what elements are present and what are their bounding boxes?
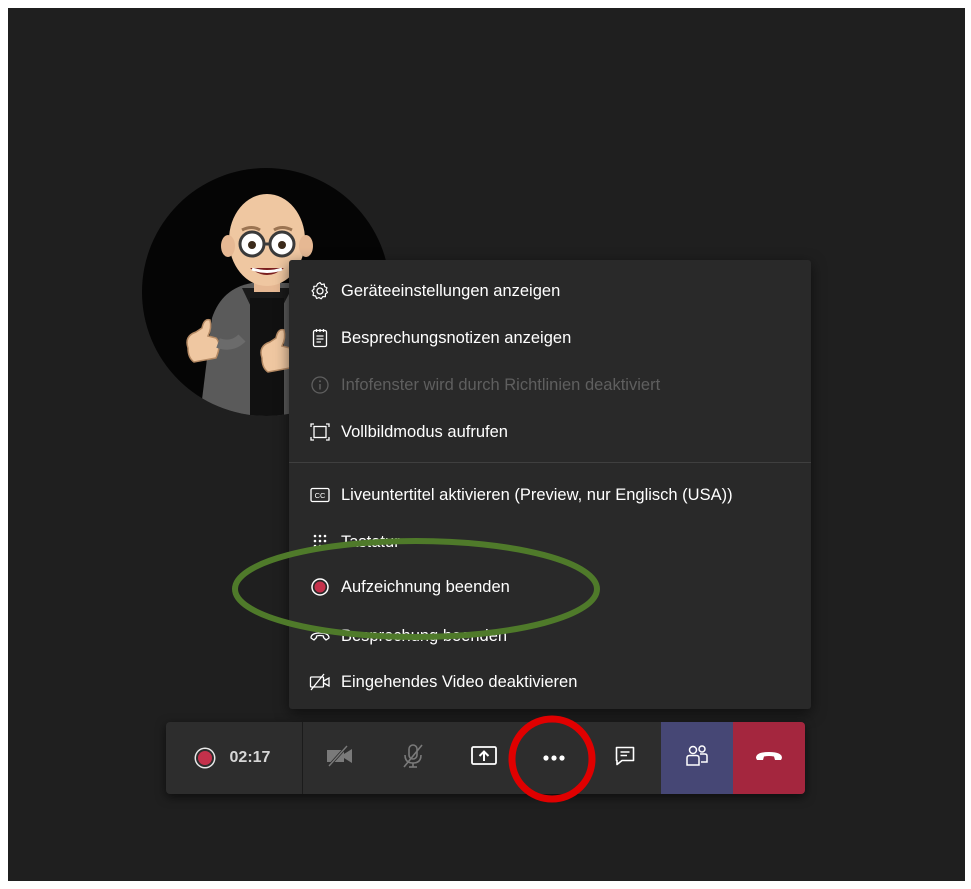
record-stop-icon — [309, 576, 331, 598]
menu-item-label: Besprechung beenden — [341, 626, 508, 645]
fullscreen-icon — [309, 421, 331, 443]
menu-item-live-captions[interactable]: CC Liveuntertitel aktivieren (Preview, n… — [289, 473, 811, 517]
meeting-stage: Geräteeinstellungen anzeigen Besprechung… — [8, 8, 965, 881]
menu-item-meeting-notes[interactable]: Besprechungsnotizen anzeigen — [289, 316, 811, 360]
camera-toggle-button[interactable] — [302, 722, 377, 794]
menu-item-label: Aufzeichnung beenden — [341, 577, 510, 596]
menu-item-label: Eingehendes Video deaktivieren — [341, 672, 578, 691]
share-screen-icon — [470, 744, 498, 773]
hang-up-button[interactable] — [733, 722, 805, 794]
menu-item-label: Liveuntertitel aktivieren (Preview, nur … — [341, 485, 733, 504]
end-meeting-icon — [309, 625, 331, 647]
info-icon — [309, 374, 331, 396]
notes-icon — [309, 327, 331, 349]
camera-off-icon — [325, 744, 355, 773]
mic-toggle-button[interactable] — [377, 722, 449, 794]
mic-off-icon — [401, 743, 425, 774]
menu-item-label: Tastatur — [341, 532, 400, 551]
participants-icon — [684, 744, 710, 773]
more-options-icon — [542, 749, 566, 767]
recording-timer: 02:17 — [166, 722, 303, 794]
hang-up-icon — [754, 749, 784, 768]
menu-item-device-settings[interactable]: Geräteeinstellungen anzeigen — [289, 269, 811, 313]
share-screen-button[interactable] — [449, 722, 519, 794]
menu-divider — [289, 462, 811, 463]
recording-indicator-icon — [197, 751, 212, 765]
more-options-menu: Geräteeinstellungen anzeigen Besprechung… — [289, 260, 811, 709]
chat-icon — [614, 745, 636, 772]
video-off-icon — [309, 671, 331, 693]
chat-button[interactable] — [589, 722, 661, 794]
menu-item-label: Vollbildmodus aufrufen — [341, 422, 508, 441]
menu-item-disable-incoming-video[interactable]: Eingehendes Video deaktivieren — [289, 660, 811, 704]
call-duration: 02:17 — [229, 749, 271, 766]
menu-item-stop-recording[interactable]: Aufzeichnung beenden — [289, 565, 811, 609]
menu-item-end-meeting[interactable]: Besprechung beenden — [289, 614, 811, 658]
menu-item-label: Besprechungsnotizen anzeigen — [341, 328, 572, 347]
participants-button[interactable] — [661, 722, 733, 794]
menu-item-label: Geräteeinstellungen anzeigen — [341, 281, 561, 300]
more-options-button[interactable] — [519, 722, 589, 794]
call-toolbar: 02:17 — [166, 722, 805, 794]
gear-icon — [309, 280, 331, 302]
menu-item-fullscreen[interactable]: Vollbildmodus aufrufen — [289, 410, 811, 454]
menu-item-info-pane-disabled: Infofenster wird durch Richtlinien deakt… — [289, 363, 811, 407]
menu-item-label: Infofenster wird durch Richtlinien deakt… — [341, 375, 661, 394]
svg-text:CC: CC — [315, 491, 326, 500]
closed-captions-icon: CC — [309, 484, 331, 506]
menu-item-keypad[interactable]: Tastatur — [289, 520, 811, 564]
dialpad-icon — [309, 531, 331, 553]
